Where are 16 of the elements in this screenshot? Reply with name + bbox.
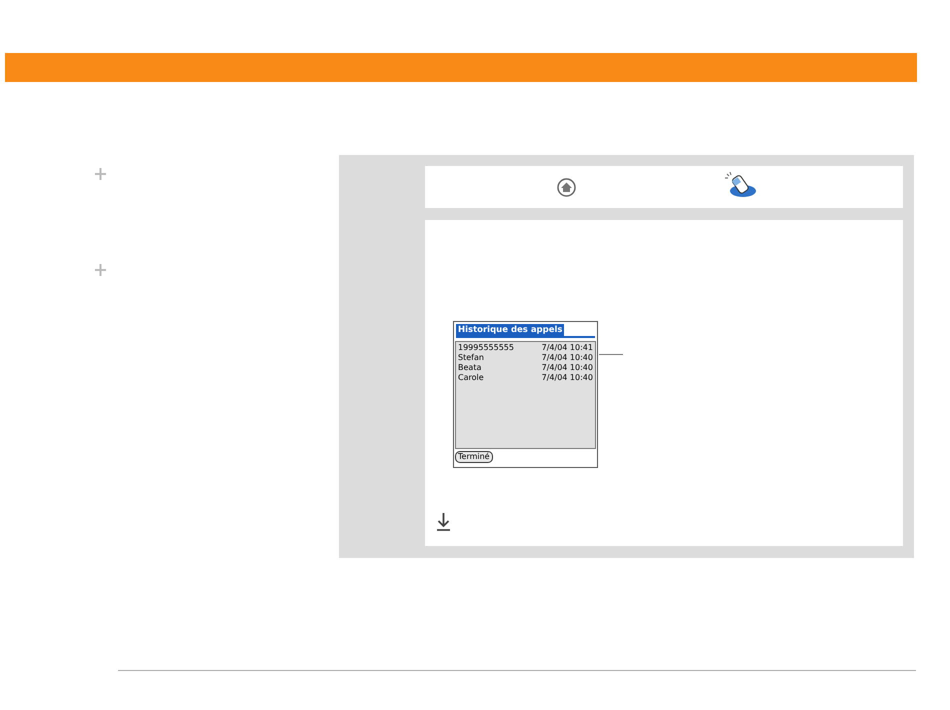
caller-name: Stefan [458, 353, 484, 363]
plus-icon[interactable] [95, 264, 106, 276]
call-time: 7/4/04 10:41 [542, 343, 593, 353]
phone-icon [723, 172, 757, 198]
leader-line [599, 354, 623, 355]
done-button[interactable]: Terminé [455, 451, 493, 463]
screen-title: Historique des appels [456, 324, 564, 336]
call-time: 7/4/04 10:40 [542, 373, 593, 383]
call-time: 7/4/04 10:40 [542, 353, 593, 363]
caller-name: Beata [458, 363, 482, 373]
caller-name: Carole [458, 373, 484, 383]
caller-name: 19995555555 [458, 343, 514, 353]
down-arrow-icon [437, 513, 450, 531]
home-icon [557, 178, 576, 197]
call-time: 7/4/04 10:40 [542, 363, 593, 373]
plus-icon[interactable] [95, 168, 106, 180]
